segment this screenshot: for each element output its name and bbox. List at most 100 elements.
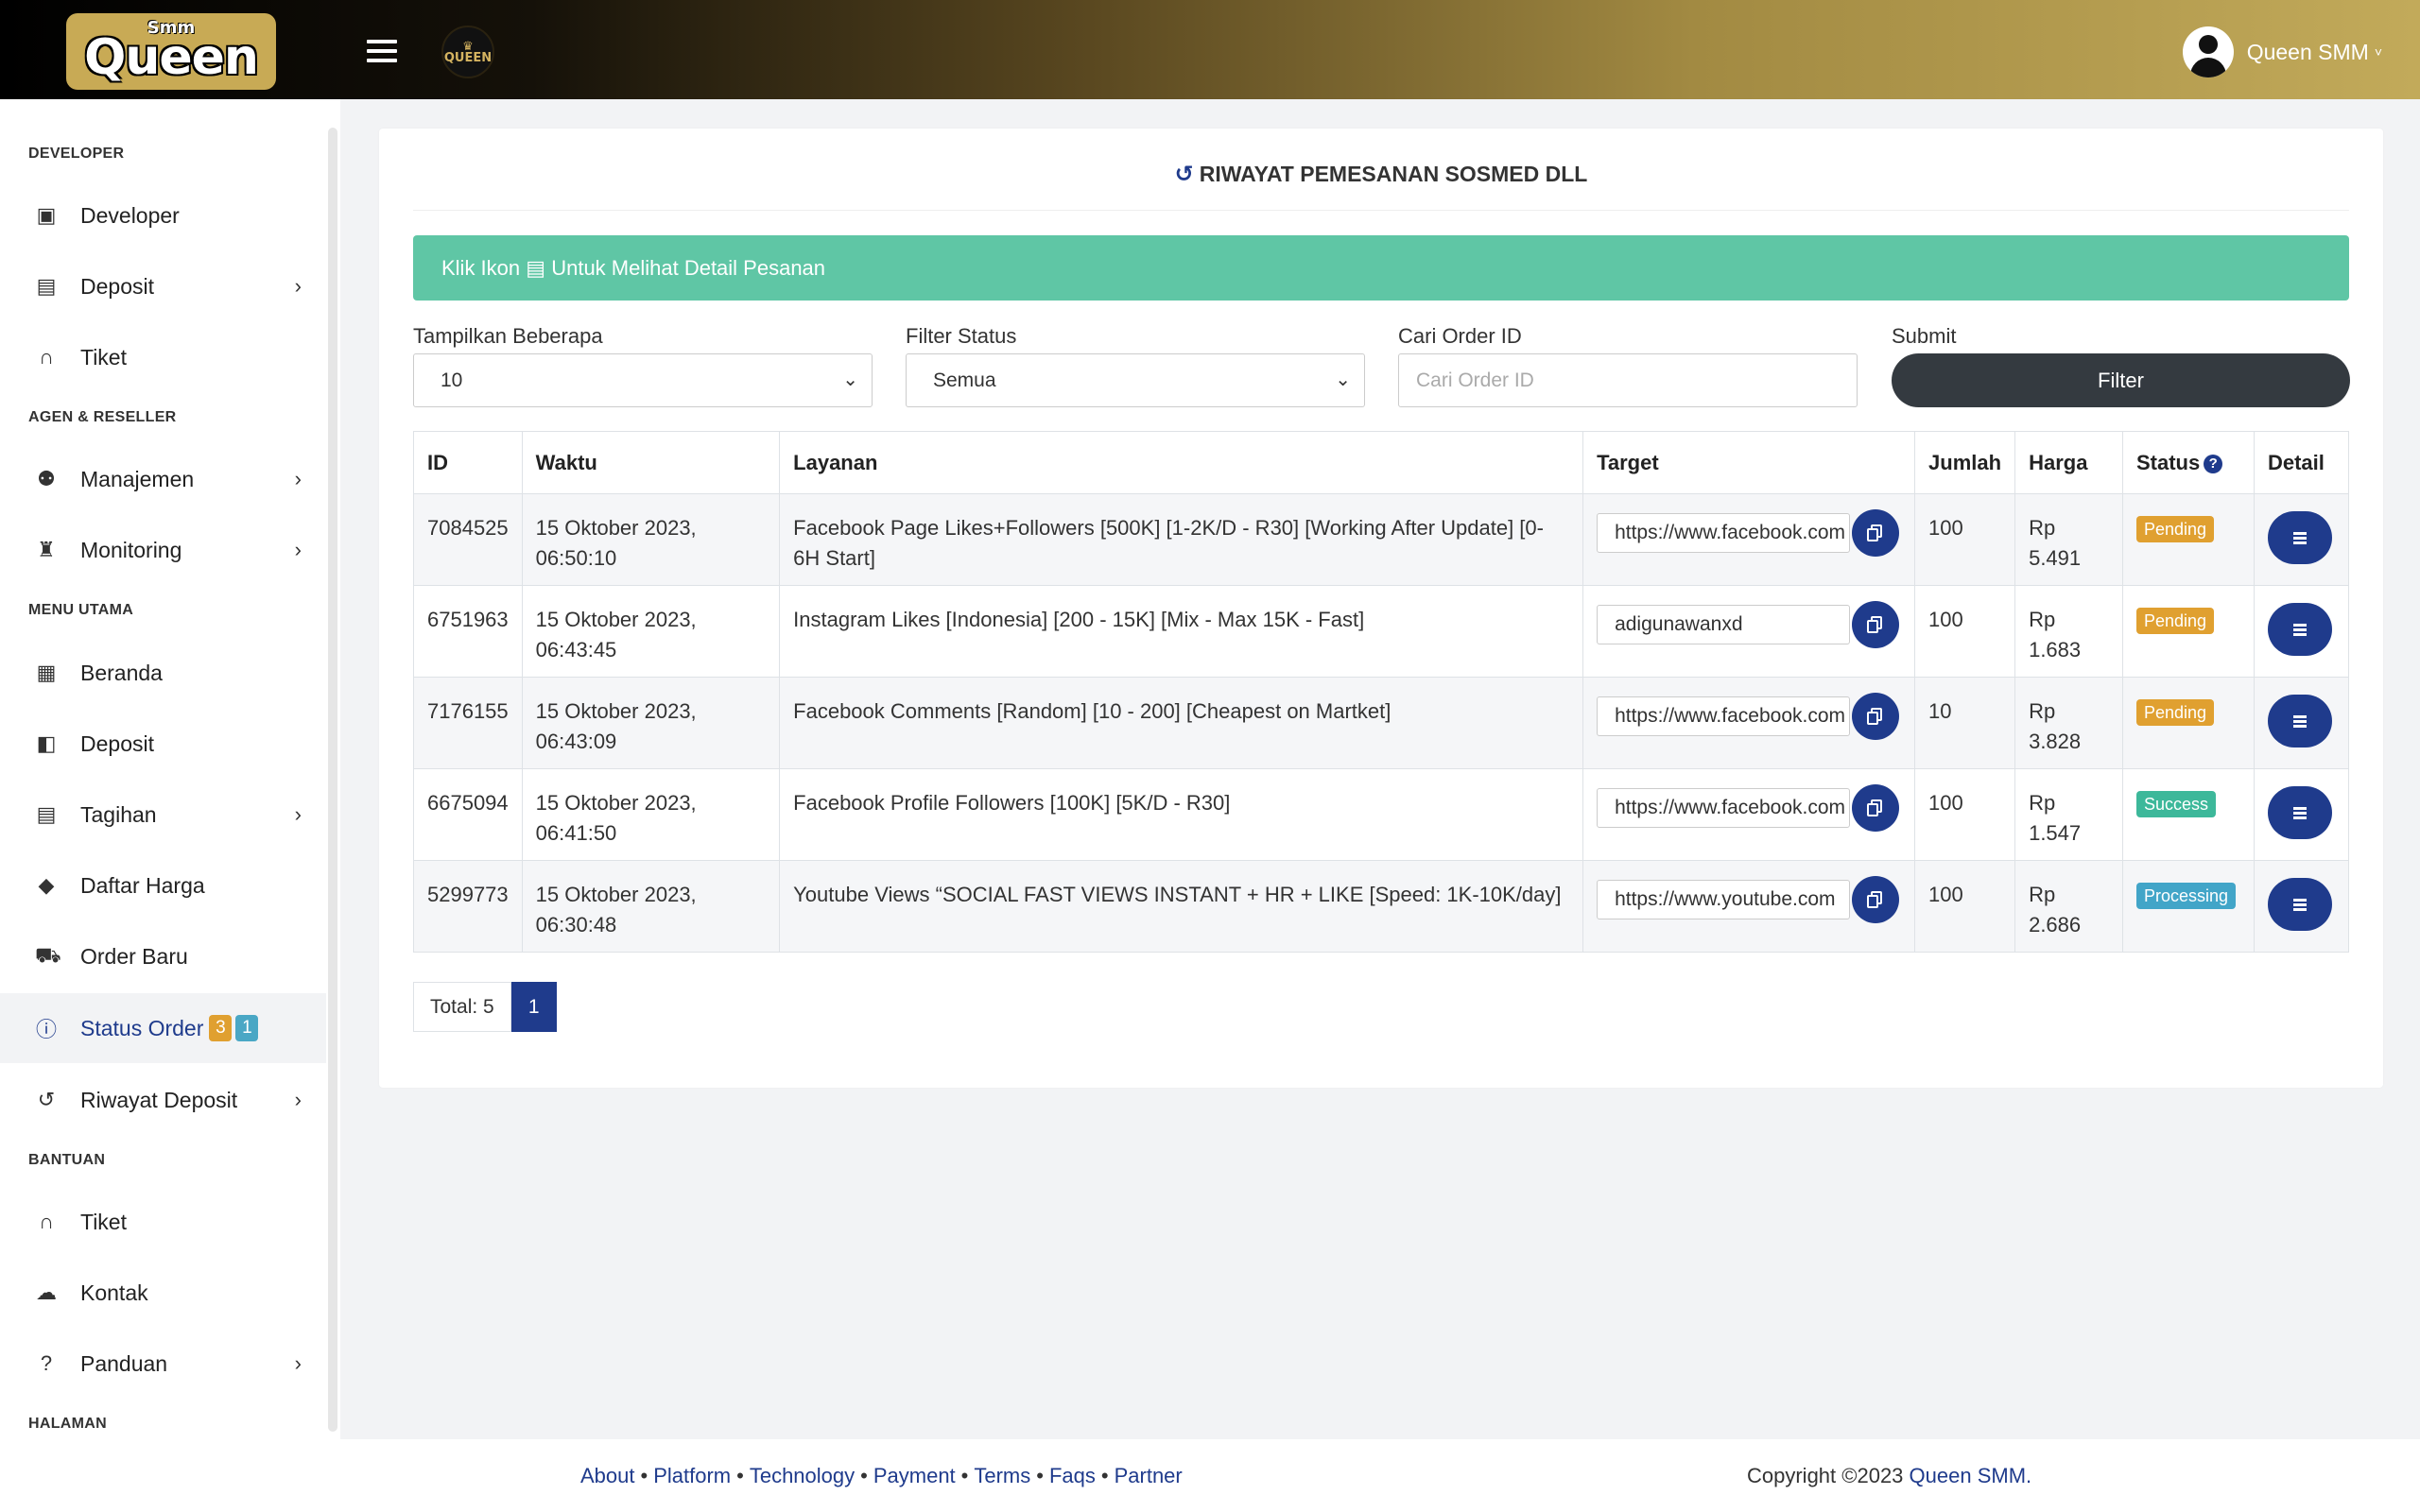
sidebar-item-label: Riwayat Deposit — [80, 1087, 238, 1112]
comments-icon: ☁ — [36, 1280, 57, 1304]
sidebar-item-panduan[interactable]: ? Panduan › — [0, 1329, 326, 1399]
sidebar-item-status-order[interactable]: ⓘ Status Order 3 1 — [0, 993, 326, 1063]
target-field[interactable]: https://www.facebook.com — [1597, 696, 1851, 736]
search-order-input[interactable] — [1398, 353, 1858, 407]
avatar — [2182, 26, 2234, 77]
show-count-value: 10 — [441, 369, 463, 391]
order-id-cell: 6675094 — [413, 768, 523, 861]
detail-button[interactable] — [2267, 786, 2332, 839]
order-detail-cell — [2253, 768, 2350, 861]
column-header-id[interactable]: ID — [413, 431, 523, 494]
sidebar-item-manajemen[interactable]: ⚉ Manajemen › — [0, 444, 326, 514]
copy-button[interactable] — [1852, 693, 1900, 740]
copy-button[interactable] — [1852, 601, 1900, 648]
list-icon — [2292, 715, 2307, 730]
column-header-jumlah[interactable]: Jumlah — [1914, 431, 2016, 494]
target-field[interactable]: https://www.facebook.com — [1597, 788, 1851, 828]
table-row: 7176155 15 Oktober 2023, 06:43:09 Facebook… — [413, 677, 2350, 769]
sidebar-item-daftar-harga[interactable]: ◆ Daftar Harga — [0, 850, 326, 920]
target-field[interactable]: adigunawanxd — [1597, 605, 1851, 644]
column-header-target[interactable]: Target — [1582, 431, 1916, 494]
column-header-waktu[interactable]: Waktu — [521, 431, 781, 494]
brand-logo[interactable]: Smm Queen — [66, 13, 276, 90]
order-id-cell: 5299773 — [413, 860, 523, 953]
sidebar-item-label: Monitoring — [80, 537, 182, 562]
show-count-select[interactable]: 10 ⌄ — [413, 353, 873, 407]
sidebar-item-tiket[interactable]: ∩ Tiket — [0, 1187, 326, 1257]
column-header-layanan[interactable]: Layanan — [779, 431, 1584, 494]
sidebar-scrollbar[interactable] — [328, 128, 337, 1432]
order-status-cell: Processing — [2122, 860, 2255, 953]
show-count-label: Tampilkan Beberapa — [413, 324, 603, 348]
sidebar-item-kontak[interactable]: ☁ Kontak — [0, 1258, 326, 1328]
sidebar-item-deposit[interactable]: ◧ Deposit — [0, 709, 326, 779]
help-icon[interactable]: ? — [2204, 454, 2223, 473]
page-button-1[interactable]: 1 — [510, 982, 557, 1032]
column-header-status[interactable]: Status? — [2122, 431, 2255, 494]
order-id-cell: 7176155 — [413, 677, 523, 769]
footer-link[interactable]: Technology — [750, 1464, 855, 1487]
sidebar-item-developer[interactable]: ▣ Developer — [0, 180, 326, 250]
sidebar: DEVELOPER ▣ Developer ▤ Deposit › ∩ Tike… — [0, 99, 340, 1512]
footer-separator: • — [1036, 1464, 1044, 1487]
footer-link[interactable]: Payment — [873, 1464, 956, 1487]
footer-separator: • — [860, 1464, 868, 1487]
order-status-cell: Pending — [2122, 493, 2255, 586]
list-icon — [2292, 624, 2307, 638]
copy-button[interactable] — [1852, 784, 1900, 832]
column-header-detail[interactable]: Detail — [2253, 431, 2350, 494]
table-row: 6751963 15 Oktober 2023, 06:43:45 Instagra… — [413, 585, 2350, 678]
status-badge: Processing — [2136, 883, 2237, 909]
status-badge: Pending — [2136, 699, 2215, 726]
sidebar-item-riwayat-deposit[interactable]: ↺ Riwayat Deposit › — [0, 1065, 326, 1135]
crown-icon: ♛ — [462, 38, 474, 53]
file-icon: ▤ — [36, 274, 57, 298]
footer-link[interactable]: Partner — [1115, 1464, 1183, 1487]
copy-button[interactable] — [1852, 509, 1900, 557]
target-field[interactable]: https://www.facebook.com — [1597, 513, 1851, 553]
footer-link[interactable]: Terms — [974, 1464, 1030, 1487]
sidebar-item-order-baru[interactable]: ⛟ Order Baru — [0, 921, 326, 991]
copy-button[interactable] — [1852, 876, 1900, 923]
footer-link[interactable]: About — [580, 1464, 635, 1487]
detail-button[interactable] — [2267, 878, 2332, 931]
detail-button[interactable] — [2267, 511, 2332, 564]
copyright-brand-link[interactable]: Queen SMM. — [1910, 1464, 2032, 1487]
sidebar-item-monitoring[interactable]: ♜ Monitoring › — [0, 515, 326, 585]
topbar: Smm Queen ♛ QUEEN Queen SMM ˅ — [0, 0, 2420, 99]
terminal-icon: ▣ — [36, 203, 57, 227]
sidebar-item-tagihan[interactable]: ▤ Tagihan › — [0, 780, 326, 850]
footer-link[interactable]: Platform — [653, 1464, 731, 1487]
footer-links: About • Platform • Technology • Payment • Terms •… — [580, 1464, 1183, 1488]
tags-icon: ◆ — [38, 873, 55, 897]
chevron-down-icon: ⌄ — [842, 369, 858, 390]
order-target-cell: https://www.facebook.com — [1582, 677, 1916, 769]
sidebar-item-deposit-dev[interactable]: ▤ Deposit › — [0, 251, 326, 321]
detail-button[interactable] — [2267, 695, 2332, 747]
order-service-cell: Youtube Views “SOCIAL FAST VIEWS INSTANT… — [779, 860, 1584, 953]
filter-button[interactable]: Filter — [1892, 353, 2350, 407]
sidebar-section-halaman: HALAMAN — [28, 1416, 107, 1432]
trophy-icon: ♜ — [37, 538, 56, 561]
list-icon — [2292, 899, 2307, 913]
order-price-cell: Rp 2.686 — [2014, 860, 2123, 953]
detail-button[interactable] — [2267, 603, 2332, 656]
user-menu[interactable]: Queen SMM ˅ — [2182, 26, 2382, 77]
info-alert: Klik Ikon ▤ Untuk Melihat Detail Pesanan — [413, 235, 2349, 301]
sidebar-item-beranda[interactable]: ▦ Beranda — [0, 638, 326, 708]
status-filter-select[interactable]: Semua ⌄ — [906, 353, 1365, 407]
sidebar-item-tiket-dev[interactable]: ∩ Tiket — [0, 322, 326, 392]
mini-logo-text: QUEEN — [443, 50, 493, 65]
orders-table: ID Waktu Layanan Target Jumlah Harga Sta… — [413, 431, 2350, 953]
page-title-text: RIWAYAT PEMESANAN SOSMED DLL — [1199, 162, 1588, 186]
order-status-cell: Pending — [2122, 585, 2255, 678]
column-header-harga[interactable]: Harga — [2014, 431, 2123, 494]
sidebar-section-bantuan: BANTUAN — [28, 1152, 106, 1168]
status-badge: Success — [2136, 791, 2217, 817]
footer-link[interactable]: Faqs — [1049, 1464, 1096, 1487]
order-service-cell: Instagram Likes [Indonesia] [200 - 15K] … — [779, 585, 1584, 678]
cart-icon: ⛟ — [35, 942, 61, 967]
question-icon: ? — [40, 1351, 53, 1375]
target-field[interactable]: https://www.youtube.com — [1597, 880, 1851, 919]
menu-toggle-icon[interactable] — [367, 40, 397, 62]
